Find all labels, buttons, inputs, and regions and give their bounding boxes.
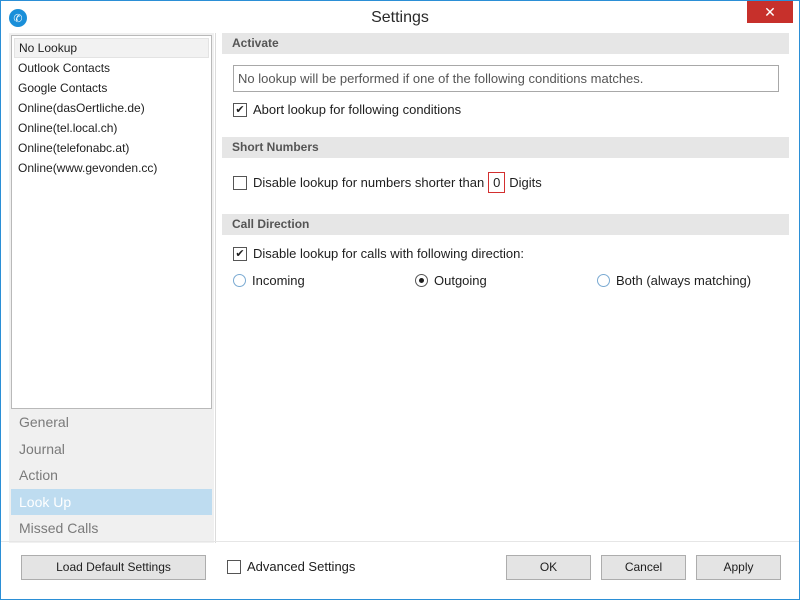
list-item[interactable]: Google Contacts (12, 78, 211, 98)
list-item[interactable]: No Lookup (14, 38, 209, 58)
radio-incoming-button[interactable] (233, 274, 246, 287)
radio-both[interactable]: Both (always matching) (597, 273, 751, 288)
radio-outgoing[interactable]: Outgoing (415, 273, 487, 288)
settings-nav: General Journal Action Look Up Missed Ca… (11, 409, 212, 542)
nav-item-journal[interactable]: Journal (11, 436, 212, 463)
radio-outgoing-label: Outgoing (434, 273, 487, 288)
close-button[interactable]: ✕ (747, 1, 793, 23)
window-title: Settings (371, 9, 429, 26)
abort-lookup-label: Abort lookup for following conditions (253, 102, 462, 117)
abort-lookup-checkbox[interactable]: ✔ (233, 102, 247, 117)
radio-both-button[interactable] (597, 274, 610, 287)
short-numbers-header: Short Numbers (222, 137, 789, 158)
list-item[interactable]: Online(tel.local.ch) (12, 118, 211, 138)
radio-incoming-label: Incoming (252, 273, 305, 288)
lookup-settings-content: Activate No lookup will be performed if … (222, 33, 790, 539)
lookup-provider-list[interactable]: No Lookup Outlook Contacts Google Contac… (11, 35, 212, 409)
digits-suffix: Digits (509, 175, 542, 190)
call-direction-checkbox[interactable]: ✔ (233, 246, 247, 261)
nav-item-look-up[interactable]: Look Up (11, 488, 212, 515)
footer-bar: Load Default Settings Advanced Settings … (1, 541, 799, 599)
call-direction-label: Disable lookup for calls with following … (253, 246, 524, 261)
activate-info-text: No lookup will be performed if one of th… (233, 65, 779, 92)
nav-item-missed-calls[interactable]: Missed Calls (11, 515, 212, 542)
cancel-button[interactable]: Cancel (601, 555, 686, 580)
abort-lookup-row[interactable]: ✔ Abort lookup for following conditions (233, 102, 461, 117)
radio-incoming[interactable]: Incoming (233, 273, 305, 288)
list-item[interactable]: Online(telefonabc.at) (12, 138, 211, 158)
list-item[interactable]: Online(www.gevonden.cc) (12, 158, 211, 178)
radio-both-label: Both (always matching) (616, 273, 752, 288)
nav-item-general[interactable]: General (11, 409, 212, 436)
left-panel: No Lookup Outlook Contacts Google Contac… (9, 33, 214, 543)
advanced-settings-checkbox[interactable] (227, 559, 241, 574)
apply-button[interactable]: Apply (696, 555, 781, 580)
panel-divider (215, 33, 216, 543)
call-direction-header: Call Direction (222, 214, 789, 235)
short-numbers-row[interactable]: Disable lookup for numbers shorter than … (233, 172, 542, 193)
short-numbers-label: Disable lookup for numbers shorter than (253, 175, 485, 190)
list-item[interactable]: Outlook Contacts (12, 58, 211, 78)
advanced-settings-label: Advanced Settings (247, 559, 356, 574)
title-bar: ✆ Settings ✕ (1, 1, 799, 35)
nav-item-action[interactable]: Action (11, 462, 212, 489)
activate-header: Activate (222, 33, 789, 54)
settings-window: ✆ Settings ✕ No Lookup Outlook Contacts … (0, 0, 800, 600)
advanced-settings-row[interactable]: Advanced Settings (227, 559, 355, 574)
load-default-settings-button[interactable]: Load Default Settings (21, 555, 206, 580)
ok-button[interactable]: OK (506, 555, 591, 580)
list-item[interactable]: Online(dasOertliche.de) (12, 98, 211, 118)
call-direction-row[interactable]: ✔ Disable lookup for calls with followin… (233, 246, 524, 261)
digits-input[interactable]: 0 (488, 172, 506, 193)
radio-outgoing-button[interactable] (415, 274, 428, 287)
short-numbers-checkbox[interactable] (233, 175, 247, 190)
